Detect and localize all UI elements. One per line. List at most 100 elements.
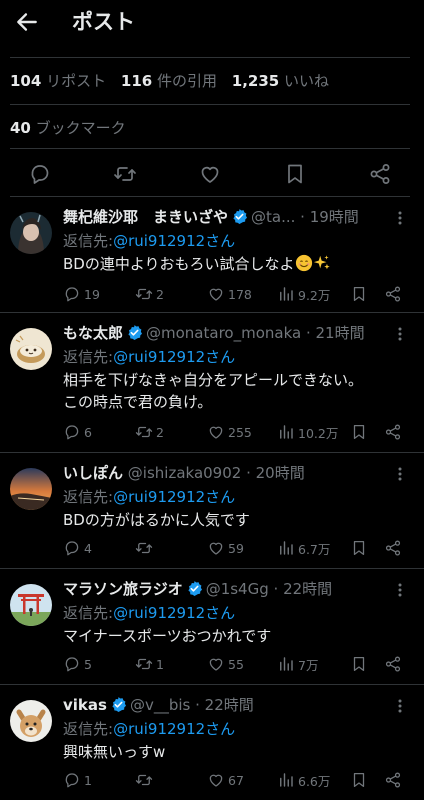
bookmark-button[interactable]: [350, 538, 371, 558]
views-icon: [277, 539, 295, 557]
mention-link[interactable]: @rui912912さん: [113, 348, 235, 366]
bookmark-button[interactable]: [350, 770, 371, 790]
verified-badge-icon: [110, 696, 127, 713]
reply-metrics: 19 2 178 9.2万: [63, 284, 413, 304]
like-button[interactable]: 178: [207, 284, 252, 304]
reply-item[interactable]: vikas @v__bis · 22時間 返信先:@rui912912さん 興味無…: [0, 688, 424, 800]
mention-link[interactable]: @rui912912さん: [113, 232, 235, 250]
display-name[interactable]: マラソン旅ラジオ: [63, 580, 183, 598]
share-button[interactable]: [384, 654, 405, 674]
avatar[interactable]: [10, 468, 52, 510]
timestamp[interactable]: 22時間: [205, 696, 254, 714]
avatar[interactable]: [10, 328, 52, 370]
timestamp[interactable]: 20時間: [256, 464, 305, 482]
more-options-icon[interactable]: [392, 466, 408, 482]
avatar[interactable]: [10, 700, 52, 742]
like-button[interactable]: 59: [207, 538, 244, 558]
repost-button[interactable]: 2: [135, 422, 164, 442]
user-handle[interactable]: @1s4Gg: [206, 580, 269, 598]
avatar[interactable]: [10, 584, 52, 626]
reposts-stat[interactable]: 104 リポスト: [10, 72, 116, 90]
like-button[interactable]: 67: [207, 770, 244, 790]
reply-item[interactable]: いしぽん @ishizaka0902 · 20時間 返信先:@rui912912…: [0, 456, 424, 568]
mention-link[interactable]: @rui912912さん: [113, 604, 235, 622]
bookmarks-stat[interactable]: 40 ブックマーク: [10, 117, 126, 138]
replying-to: 返信先:@rui912912さん: [63, 232, 236, 250]
verified-badge-icon: [186, 580, 203, 597]
repost-button[interactable]: [135, 538, 156, 558]
bookmark-button[interactable]: [350, 654, 371, 674]
reply-item[interactable]: 舞杞維沙耶 まきいざや @ta... · 19時間 返信先:@rui912912さ…: [0, 200, 424, 312]
like-button[interactable]: 55: [207, 654, 244, 674]
display-name[interactable]: vikas: [63, 696, 107, 714]
mention-link[interactable]: @rui912912さん: [113, 720, 235, 738]
repost-button[interactable]: [135, 770, 156, 790]
share-button[interactable]: [384, 538, 405, 558]
views-button[interactable]: 6.7万: [277, 538, 330, 558]
bookmark-button[interactable]: [350, 422, 371, 442]
display-name[interactable]: いしぽん: [63, 464, 123, 482]
avatar[interactable]: [10, 212, 52, 254]
like-button[interactable]: 255: [207, 422, 252, 442]
timestamp[interactable]: 19時間: [310, 208, 359, 226]
timestamp[interactable]: 22時間: [283, 580, 332, 598]
display-name[interactable]: 舞杞維沙耶 まきいざや: [63, 208, 228, 226]
user-handle[interactable]: @ishizaka0902: [128, 464, 242, 482]
bookmark-icon[interactable]: [283, 162, 307, 186]
repost-icon[interactable]: [113, 162, 137, 186]
likes-stat[interactable]: 1,235 いいね: [232, 72, 339, 90]
share-button[interactable]: [384, 422, 405, 442]
user-handle[interactable]: @ta...: [251, 208, 295, 226]
quotes-stat[interactable]: 116 件の引用: [121, 72, 227, 90]
display-name[interactable]: もな太郎: [63, 324, 123, 342]
mention-link[interactable]: @rui912912さん: [113, 488, 235, 506]
user-handle[interactable]: @v__bis: [130, 696, 190, 714]
back-arrow-icon[interactable]: [14, 9, 40, 35]
share-icon: [384, 655, 402, 673]
views-button[interactable]: 6.6万: [277, 770, 330, 790]
replying-to: 返信先:@rui912912さん: [63, 348, 236, 366]
like-icon: [207, 539, 225, 557]
reply-item[interactable]: もな太郎 @monataro_monaka · 21時間 返信先:@rui9129…: [0, 316, 424, 452]
like-icon: [207, 771, 225, 789]
reply-item[interactable]: マラソン旅ラジオ @1s4Gg · 22時間 返信先:@rui912912さん マ…: [0, 572, 424, 684]
reply-count-button[interactable]: 4: [63, 538, 92, 558]
more-options-icon[interactable]: [392, 210, 408, 226]
reply-count-button[interactable]: 1: [63, 770, 92, 790]
reply-header: いしぽん @ishizaka0902 · 20時間: [63, 464, 305, 482]
verified-badge-icon: [231, 208, 248, 225]
reply-metrics: 4 59 6.7万: [63, 538, 413, 558]
bookmark-icon: [350, 539, 368, 557]
divider: [10, 57, 410, 58]
views-button[interactable]: 9.2万: [277, 284, 330, 304]
repost-icon: [135, 285, 153, 303]
more-options-icon[interactable]: [392, 582, 408, 598]
user-handle[interactable]: @monataro_monaka: [146, 324, 301, 342]
share-icon[interactable]: [368, 162, 392, 186]
more-options-icon[interactable]: [392, 698, 408, 714]
bookmark-icon: [350, 655, 368, 673]
views-button[interactable]: 10.2万: [277, 422, 338, 442]
reply-count-button[interactable]: 5: [63, 654, 92, 674]
timestamp[interactable]: 21時間: [316, 324, 365, 342]
like-icon: [207, 285, 225, 303]
bookmark-icon: [350, 771, 368, 789]
repost-button[interactable]: 1: [135, 654, 164, 674]
reply-text: マイナースポーツおつかれです: [63, 627, 272, 645]
replying-to: 返信先:@rui912912さん: [63, 488, 236, 506]
reply-count-button[interactable]: 19: [63, 284, 100, 304]
more-options-icon[interactable]: [392, 326, 408, 342]
views-icon: [277, 423, 295, 441]
views-button[interactable]: 7万: [277, 654, 318, 674]
reply-count-button[interactable]: 6: [63, 422, 92, 442]
bookmark-button[interactable]: [350, 284, 371, 304]
post-action-bar: [0, 158, 424, 190]
reply-icon: [63, 771, 81, 789]
reply-icon[interactable]: [28, 162, 52, 186]
page-title: ポスト: [72, 10, 135, 34]
repost-button[interactable]: 2: [135, 284, 164, 304]
share-button[interactable]: [384, 284, 405, 304]
like-icon[interactable]: [198, 162, 222, 186]
share-button[interactable]: [384, 770, 405, 790]
divider: [10, 196, 410, 197]
